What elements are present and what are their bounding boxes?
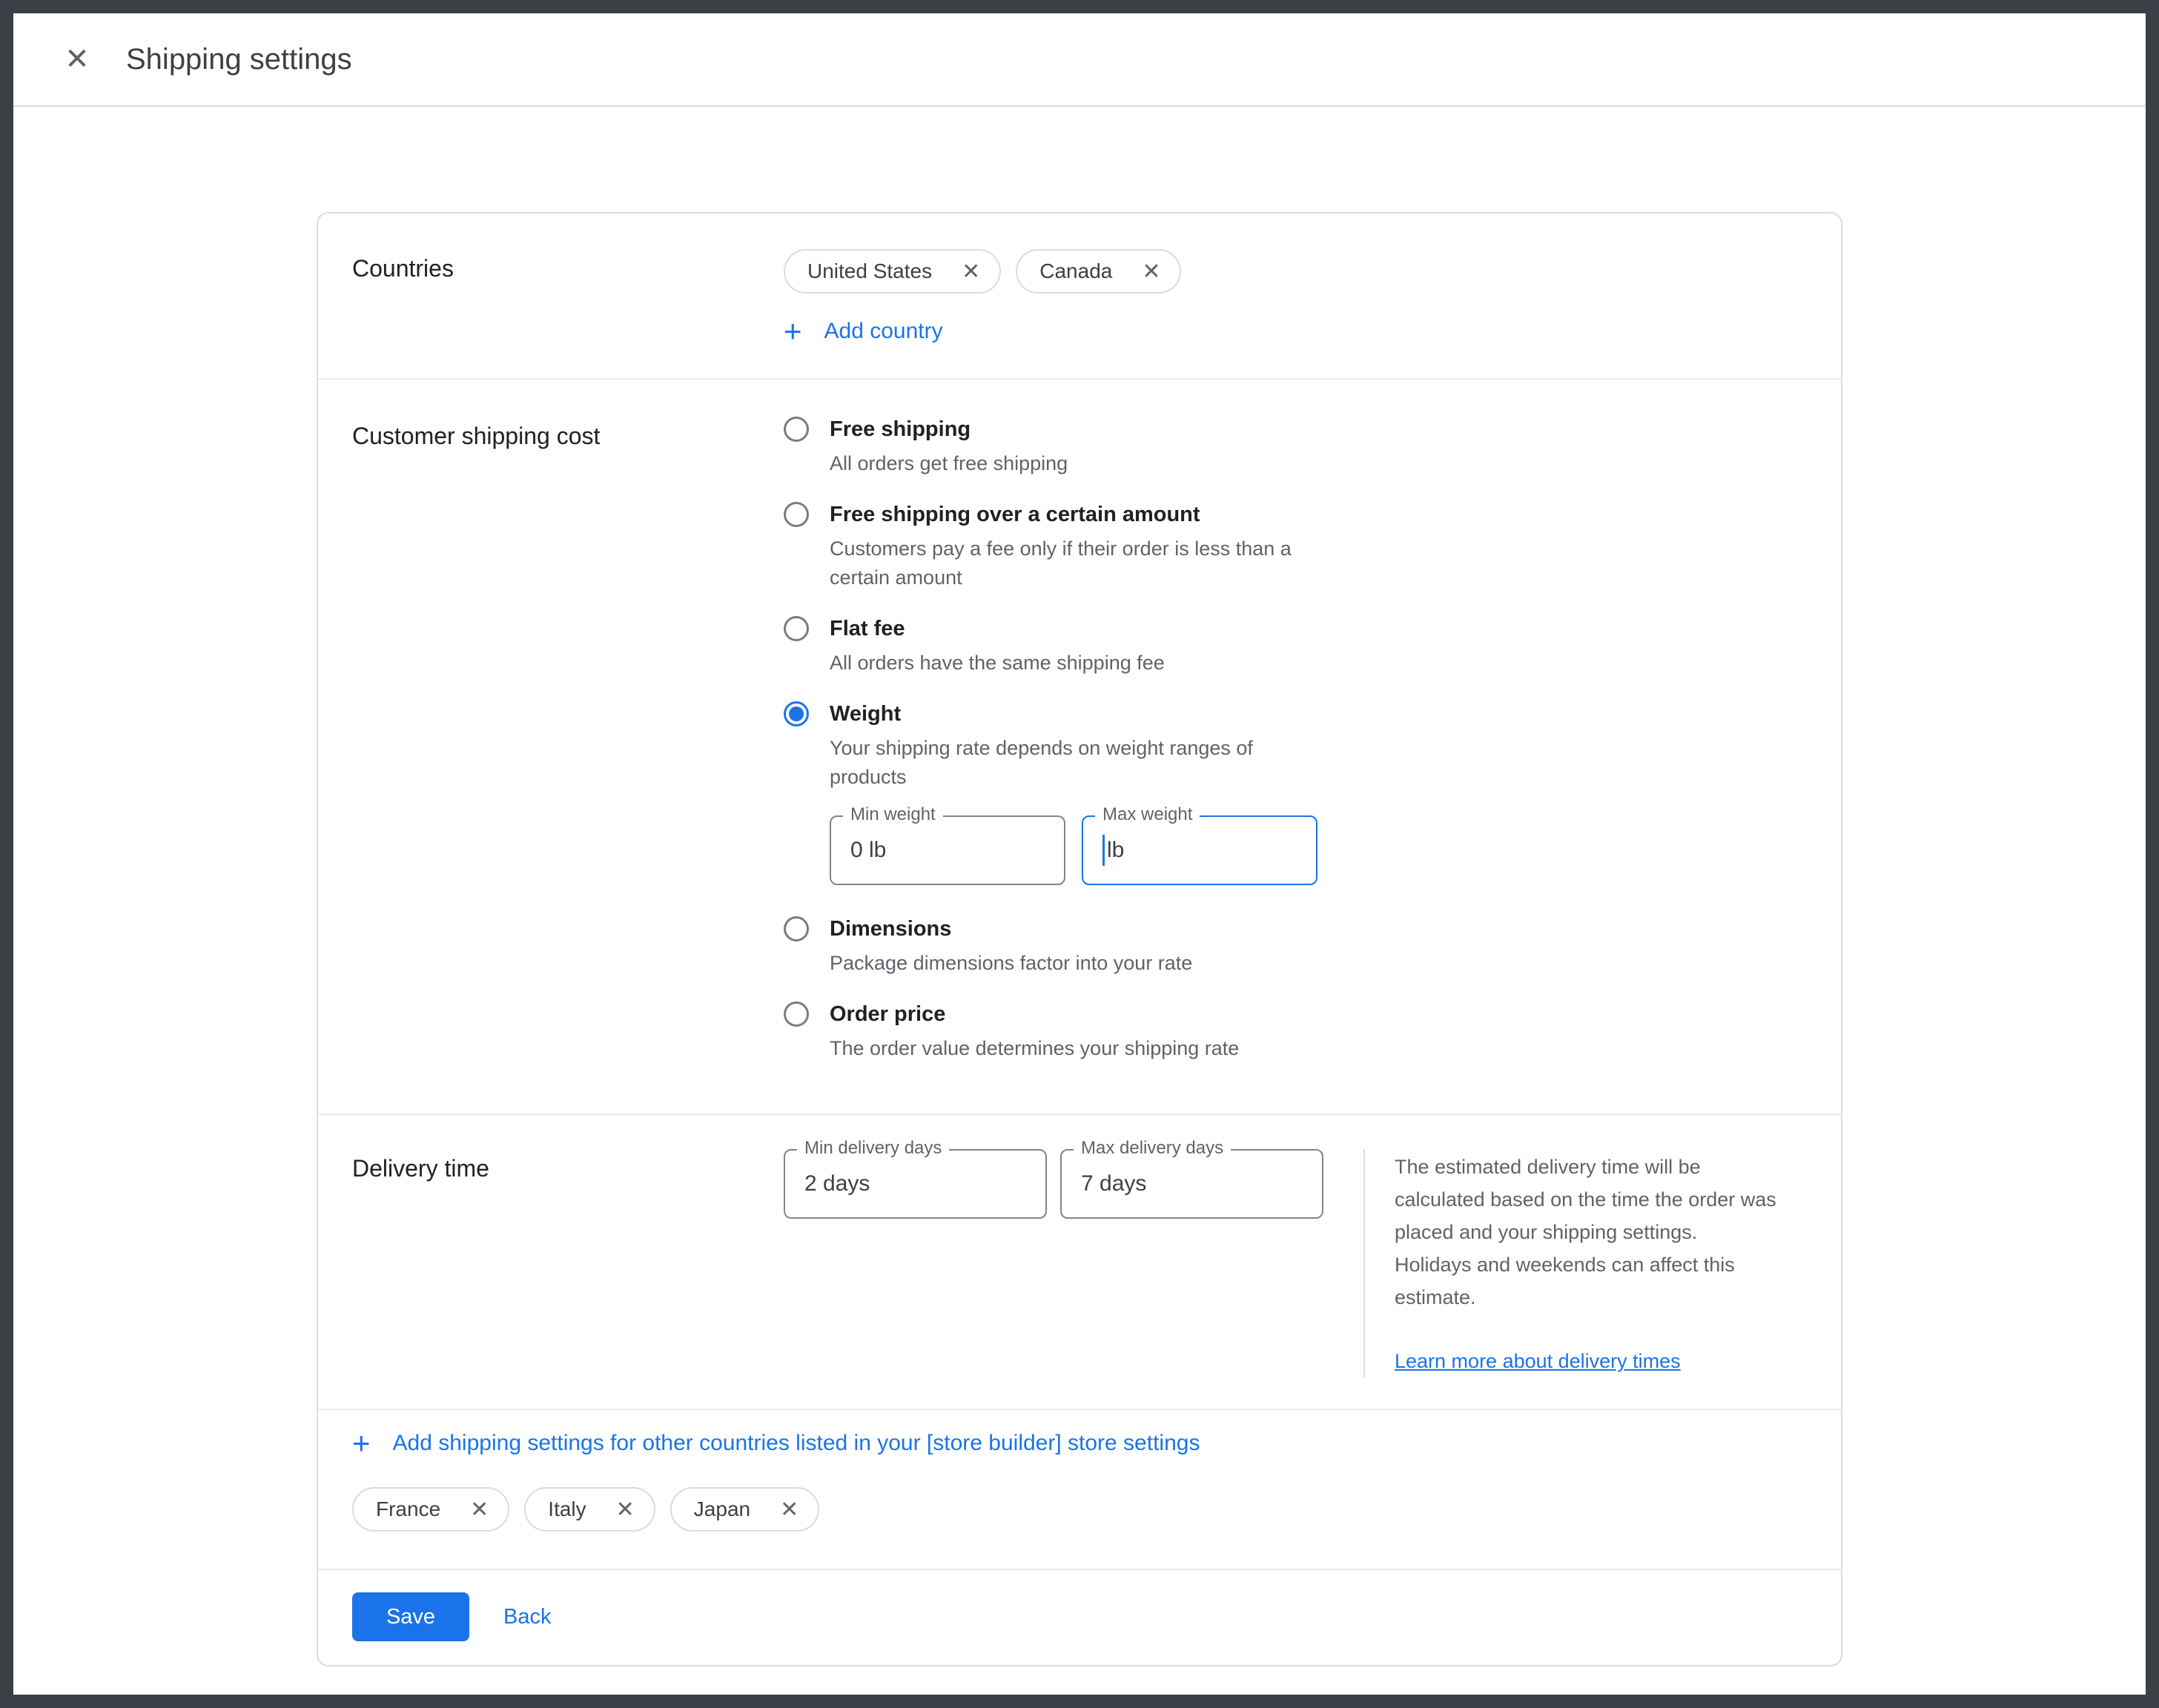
dialog-header: ✕ Shipping settings [13,13,2146,107]
option-description: All orders get free shipping [830,449,1319,478]
shipping-cost-label: Customer shipping cost [352,417,784,1087]
chip-label: Canada [1039,259,1112,283]
radio-row-free-shipping[interactable]: Free shipping [784,417,971,442]
shipping-cost-section: Customer shipping cost Free shipping All… [318,380,1841,1113]
note-line: estimate. [1395,1281,1810,1314]
radio-order-price[interactable] [784,1002,809,1027]
option-free-over-amount: Free shipping over a certain amount Cust… [784,502,1807,592]
max-weight-input[interactable]: Max weight lb [1082,815,1317,885]
plus-icon: + [352,1431,371,1456]
option-label: Flat fee [830,617,905,641]
option-label: Free shipping [830,417,971,442]
add-country-label: Add country [824,319,943,344]
max-delivery-days-value: 7 days [1081,1171,1146,1196]
option-free-shipping: Free shipping All orders get free shippi… [784,417,1807,478]
remove-icon[interactable]: ✕ [616,1497,635,1523]
remove-icon[interactable]: ✕ [962,259,980,285]
page-title: Shipping settings [126,43,352,76]
chip-label: Japan [694,1497,750,1521]
radio-row-flat-fee[interactable]: Flat fee [784,616,905,641]
shipping-settings-dialog: ✕ Shipping settings Countries United Sta… [13,13,2146,1695]
back-link[interactable]: Back [503,1605,551,1629]
vertical-divider [1363,1149,1365,1377]
min-delivery-days-label: Min delivery days [797,1138,949,1159]
chip-label: Italy [548,1497,586,1521]
close-icon[interactable]: ✕ [59,42,95,77]
option-description: The order value determines your shipping… [830,1034,1319,1063]
option-order-price: Order price The order value determines y… [784,1002,1807,1063]
radio-dimensions[interactable] [784,916,809,941]
option-description: Customers pay a fee only if their order … [830,534,1319,592]
chip-france[interactable]: France ✕ [352,1487,509,1532]
settings-card: Countries United States ✕ Canada ✕ + Add… [317,212,1842,1666]
delivery-fields: Min delivery days 2 days Max delivery da… [784,1149,1323,1377]
text-cursor [1102,835,1105,866]
chip-label: United States [807,259,932,283]
max-weight-value: lb [1102,835,1124,866]
radio-row-order-price[interactable]: Order price [784,1002,945,1027]
delivery-note: The estimated delivery time will be calc… [1395,1149,1810,1377]
chip-label: France [376,1497,440,1521]
option-description: All orders have the same shipping fee [830,649,1319,678]
radio-weight-selected[interactable] [784,701,809,726]
option-weight: Weight Your shipping rate depends on wei… [784,701,1807,885]
note-line: placed and your shipping settings. [1395,1216,1810,1248]
remove-icon[interactable]: ✕ [1142,259,1160,285]
radio-row-dimensions[interactable]: Dimensions [784,916,951,941]
min-delivery-days-value: 2 days [804,1171,870,1196]
min-weight-label: Min weight [843,804,943,825]
weight-fields: Min weight 0 lb Max weight lb [830,815,1807,885]
chip-united-states[interactable]: United States ✕ [784,249,1001,294]
radio-row-weight[interactable]: Weight [784,701,901,726]
shipping-cost-options: Free shipping All orders get free shippi… [784,417,1807,1087]
radio-free-shipping[interactable] [784,417,809,442]
max-weight-label: Max weight [1095,804,1200,825]
delivery-time-label: Delivery time [352,1149,784,1377]
note-line: The estimated delivery time will be [1395,1151,1810,1183]
min-weight-value: 0 lb [850,838,886,863]
other-country-chips: France ✕ Italy ✕ Japan ✕ [352,1487,1807,1532]
remove-icon[interactable]: ✕ [780,1497,799,1523]
note-line: calculated based on the time the order w… [1395,1183,1810,1216]
max-delivery-days-label: Max delivery days [1074,1138,1231,1159]
max-delivery-days-input[interactable]: Max delivery days 7 days [1060,1149,1323,1219]
add-shipping-settings-button[interactable]: + Add shipping settings for other countr… [352,1431,1200,1456]
chip-canada[interactable]: Canada ✕ [1016,249,1181,294]
chip-italy[interactable]: Italy ✕ [524,1487,655,1532]
actions-row: Save Back [318,1570,1841,1665]
option-label: Free shipping over a certain amount [830,503,1200,527]
delivery-time-section: Delivery time Min delivery days 2 days M… [318,1115,1841,1409]
note-line: Holidays and weekends can affect this [1395,1248,1810,1281]
learn-more-link[interactable]: Learn more about delivery times [1395,1345,1681,1377]
min-delivery-days-input[interactable]: Min delivery days 2 days [784,1149,1047,1219]
countries-label: Countries [352,249,784,344]
chip-japan[interactable]: Japan ✕ [670,1487,819,1532]
radio-row-free-over-amount[interactable]: Free shipping over a certain amount [784,502,1200,527]
other-countries-section: + Add shipping settings for other countr… [318,1410,1841,1569]
plus-icon: + [784,319,802,344]
add-shipping-settings-label: Add shipping settings for other countrie… [393,1431,1200,1456]
countries-content: United States ✕ Canada ✕ + Add country [784,249,1807,344]
option-label: Weight [830,702,901,726]
max-weight-suffix: lb [1107,838,1124,863]
min-weight-input[interactable]: Min weight 0 lb [830,815,1065,885]
radio-free-over-amount[interactable] [784,502,809,527]
delivery-content: Min delivery days 2 days Max delivery da… [784,1149,1810,1377]
add-country-button[interactable]: + Add country [784,319,943,344]
option-description: Package dimensions factor into your rate [830,949,1319,978]
remove-icon[interactable]: ✕ [470,1497,489,1523]
option-label: Dimensions [830,917,951,941]
option-dimensions: Dimensions Package dimensions factor int… [784,916,1807,978]
option-flat-fee: Flat fee All orders have the same shippi… [784,616,1807,678]
country-chips: United States ✕ Canada ✕ [784,249,1807,294]
save-button[interactable]: Save [352,1592,469,1641]
countries-section: Countries United States ✕ Canada ✕ + Add… [318,214,1841,378]
radio-flat-fee[interactable] [784,616,809,641]
option-description: Your shipping rate depends on weight ran… [830,734,1319,792]
option-label: Order price [830,1002,945,1027]
